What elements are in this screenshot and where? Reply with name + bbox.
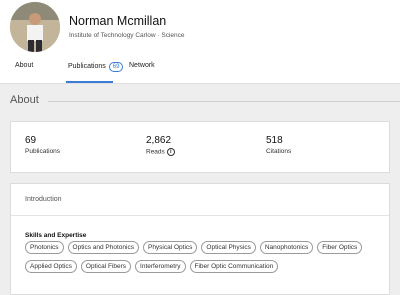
stat-citations-label: Citations	[266, 148, 292, 155]
stat-publications[interactable]: 69 Publications	[25, 135, 60, 155]
skill-chip[interactable]: Physical Optics	[142, 241, 198, 254]
profile-name: Norman Mcmillan	[69, 14, 167, 28]
stat-citations[interactable]: 518 Citations	[266, 135, 291, 155]
skill-chip[interactable]: Interferometry	[135, 260, 186, 273]
introduction-divider	[11, 215, 389, 216]
tab-about[interactable]: About	[15, 62, 33, 69]
tab-publications[interactable]: Publications 69	[68, 62, 124, 72]
profile-header: Norman Mcmillan Institute of Technology …	[0, 0, 400, 84]
skill-chip[interactable]: Photonics	[25, 241, 64, 254]
tab-publications-label: Publications	[68, 63, 106, 70]
skill-chip[interactable]: Applied Optics	[25, 260, 77, 273]
skills-title: Skills and Expertise	[25, 232, 87, 239]
skills-list: Photonics Optics and Photonics Physical …	[25, 241, 375, 273]
skill-chip[interactable]: Optical Fibers	[80, 260, 132, 273]
introduction-card: Introduction Skills and Expertise Photon…	[10, 183, 390, 295]
stat-citations-value: 518	[266, 135, 283, 146]
about-heading: About	[10, 94, 39, 106]
stats-card: 69 Publications 2,862 Reads i 518 Citatio…	[10, 121, 390, 173]
skill-chip[interactable]: Fiber Optic Communication	[189, 260, 279, 273]
publications-count-badge: 69	[108, 62, 124, 72]
info-icon[interactable]: i	[166, 148, 175, 156]
tab-about-label: About	[15, 62, 34, 69]
stat-reads-label: Reads	[146, 148, 165, 156]
profile-affiliation[interactable]: Institute of Technology Carlow · Science	[69, 32, 185, 39]
tab-network[interactable]: Network	[129, 62, 155, 69]
stat-reads[interactable]: 2,862 Reads i	[146, 135, 175, 156]
stat-publications-value: 69	[25, 135, 37, 146]
introduction-title: Introduction	[25, 196, 62, 203]
tab-network-label: Network	[129, 62, 155, 69]
skill-chip[interactable]: Fiber Optics	[317, 241, 363, 254]
skill-chip[interactable]: Optics and Photonics	[67, 241, 139, 254]
stat-publications-label: Publications	[25, 148, 61, 155]
avatar-photo	[10, 2, 60, 52]
stat-reads-label-wrap: Reads i	[146, 148, 175, 156]
avatar[interactable]	[10, 2, 60, 52]
stat-reads-value: 2,862	[146, 135, 172, 146]
skill-chip[interactable]: Optical Physics	[201, 241, 256, 254]
about-divider	[48, 101, 400, 102]
skill-chip[interactable]: Nanophotonics	[259, 241, 314, 254]
active-tab-indicator	[66, 81, 113, 83]
profile-tabs: About Publications 69 Network	[0, 58, 400, 84]
